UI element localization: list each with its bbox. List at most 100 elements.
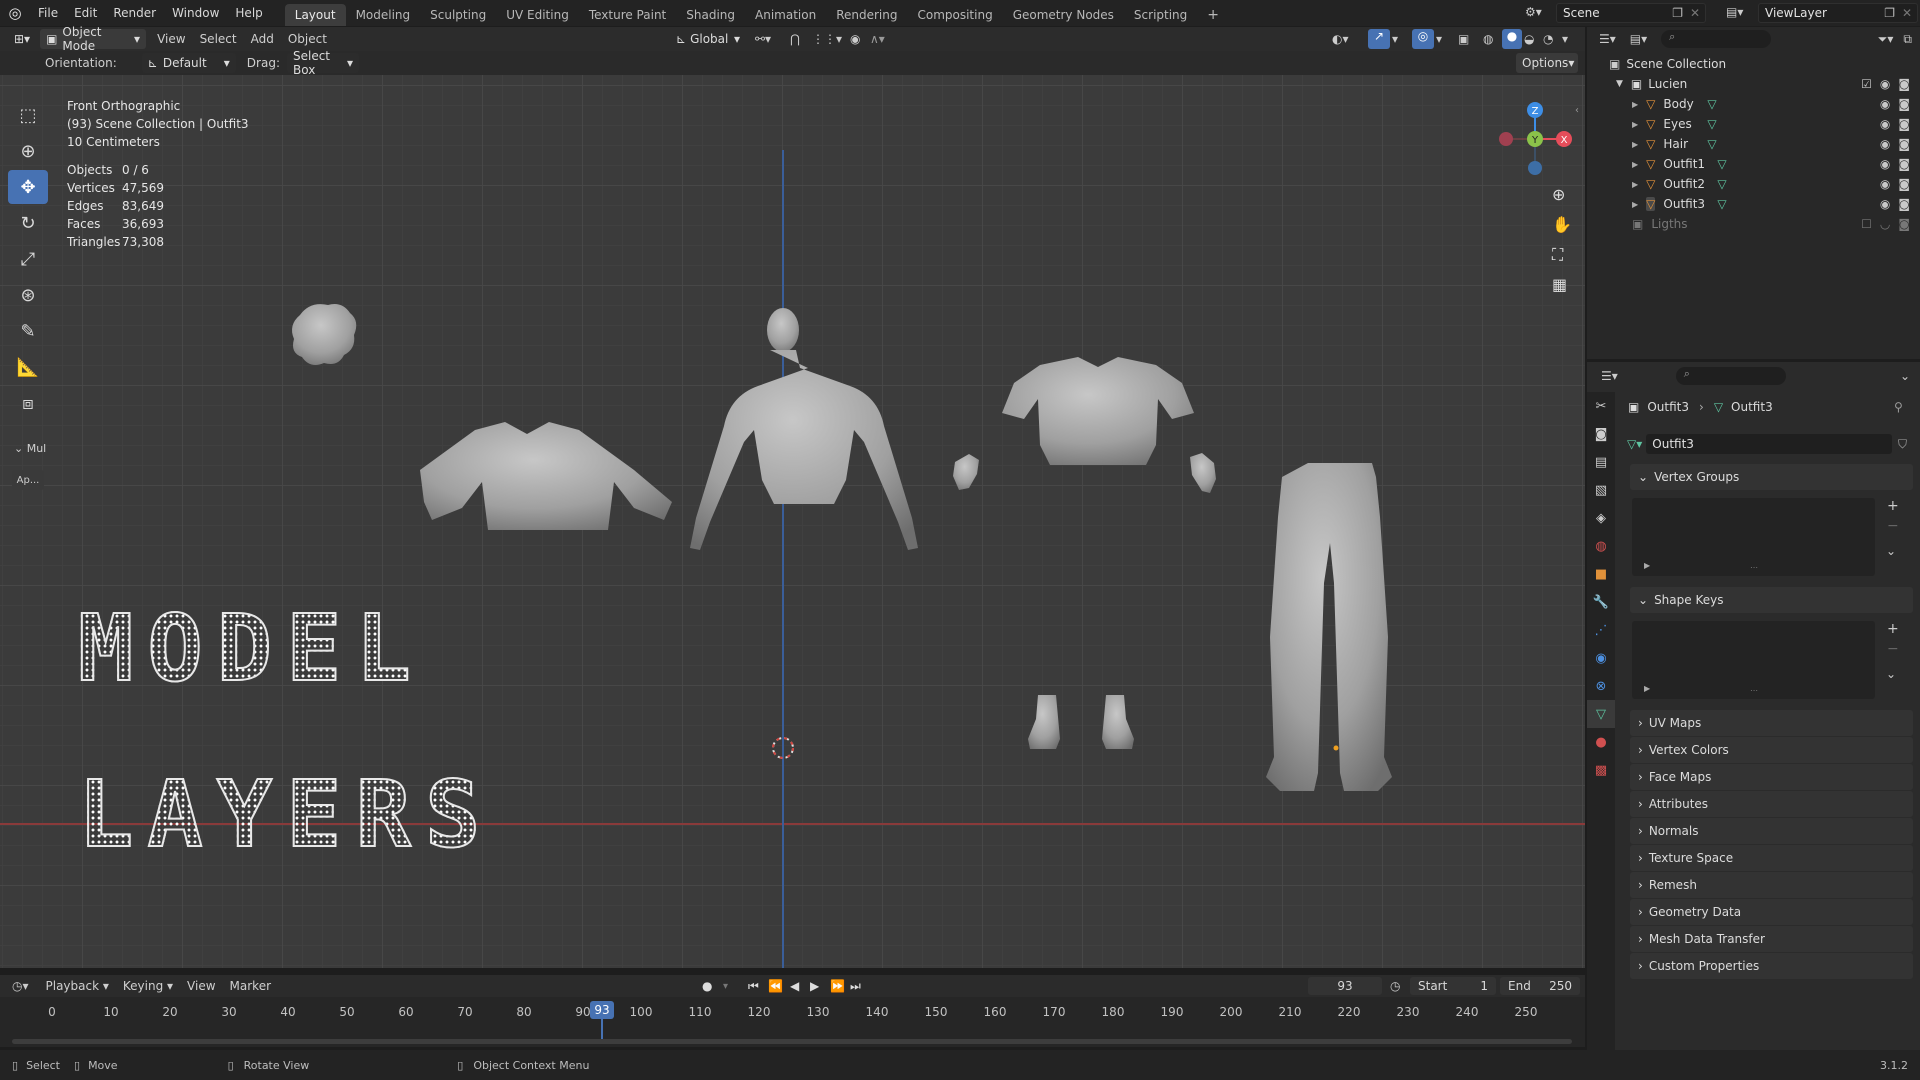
render-camera-icon[interactable]: ◙ [1898,137,1910,151]
render-camera-icon[interactable]: ◙ [1898,157,1910,171]
constraints-tab-icon[interactable]: ⊗ [1587,672,1615,700]
remove-vertex-group-icon[interactable]: − [1887,518,1899,534]
playback-menu[interactable]: Playback ▾ [39,979,116,993]
tab-rendering[interactable]: Rendering [826,4,907,26]
mesh-data-icon[interactable]: ▽ [1707,117,1716,131]
outliner-row-collection[interactable]: ▣ Ligths ☐ ◡ ◙ [1587,214,1920,234]
menu-window[interactable]: Window [164,0,227,26]
preview-range-icon[interactable]: ◷ [1390,979,1400,993]
drag-selector[interactable]: Select Box ▾ [286,49,359,77]
mesh-data-icon[interactable]: ▽ [1717,157,1726,171]
outliner-row-object[interactable]: ▶ ▽ Outfit3 ▽ ◉ ◙ [1587,194,1920,214]
editor-type-icon[interactable]: ◷▾ [12,979,29,993]
proportional-edit-icon[interactable]: ◉ [850,32,860,46]
panel-geometry-data[interactable]: › Geometry Data [1630,899,1913,925]
expand-icon[interactable]: ▼ [1616,79,1623,89]
panel-shape-keys[interactable]: ⌄ Shape Keys [1630,587,1913,613]
eye-icon[interactable]: ◉ [1880,157,1890,171]
outliner-row-object[interactable]: ▶ ▽ Body ▽ ◉ ◙ [1587,94,1920,114]
outliner-row-collection[interactable]: ▼ ▣ Lucien ☑ ◉ ◙ [1587,74,1920,94]
render-camera-icon[interactable]: ◙ [1898,197,1910,211]
3d-cursor[interactable] [772,737,794,759]
outfit3-mesh[interactable] [1266,463,1392,791]
modifier-tab-icon[interactable]: 🔧 [1587,588,1615,616]
new-scene-icon[interactable]: ❐ [1672,6,1683,20]
cursor-tool-icon[interactable]: ⊕ [8,134,48,168]
zoom-icon[interactable]: ⊕ [1552,185,1565,204]
render-camera-icon[interactable]: ◙ [1898,97,1910,111]
eye-icon[interactable]: ◉ [1880,77,1890,91]
view-layer-tab-icon[interactable]: ▧ [1587,476,1615,504]
view-menu[interactable]: View [150,32,192,46]
panel-mesh-data-transfer[interactable]: › Mesh Data Transfer [1630,926,1913,952]
tab-uv-editing[interactable]: UV Editing [496,4,579,26]
tab-texture-paint[interactable]: Texture Paint [579,4,676,26]
resize-handle-icon[interactable]: ⋯ [1750,563,1758,572]
panel-face-maps[interactable]: › Face Maps [1630,764,1913,790]
play-reverse-icon[interactable]: ◀ [790,979,799,993]
view-menu[interactable]: View [180,979,222,993]
apply-button[interactable]: Ap... [12,470,44,490]
outliner-row-object[interactable]: ▶ ▽ Eyes ▽ ◉ ◙ [1587,114,1920,134]
outfit2-mesh[interactable] [1002,357,1194,465]
select-menu[interactable]: Select [193,32,244,46]
texture-tab-icon[interactable]: ▩ [1587,756,1615,784]
last-operator-panel[interactable]: ⌄ Mul [14,442,46,455]
boots-mesh[interactable] [1028,695,1134,749]
ortho-toggle-icon[interactable]: ▦ [1552,275,1567,294]
tab-animation[interactable]: Animation [745,4,826,26]
add-shape-key-icon[interactable]: + [1887,621,1899,637]
jump-start-icon[interactable]: ⏮ [748,979,759,994]
transform-orientation-selector[interactable]: ⊾ Global ▾ [670,29,746,49]
menu-help[interactable]: Help [227,0,270,26]
navigation-gizmo[interactable]: Z X Y [1490,97,1580,187]
delete-scene-icon[interactable]: ✕ [1690,6,1700,20]
panel-remesh[interactable]: › Remesh [1630,872,1913,898]
pan-hand-icon[interactable]: ✋ [1552,215,1572,234]
add-menu[interactable]: Add [244,32,281,46]
render-camera-icon[interactable]: ◙ [1898,117,1910,131]
mesh-data-icon[interactable]: ▽ [1707,97,1716,111]
eye-icon[interactable]: ◉ [1880,177,1890,191]
mesh-data-selector[interactable]: ▽▾ Outfit3 ⛉ [1627,434,1907,454]
panel-texture-space[interactable]: › Texture Space [1630,845,1913,871]
mesh-data-icon[interactable]: ▽ [1717,177,1726,191]
menu-edit[interactable]: Edit [66,0,105,26]
shading-solid-icon[interactable]: ● [1502,29,1522,49]
panel-vertex-colors[interactable]: › Vertex Colors [1630,737,1913,763]
eye-icon[interactable]: ◉ [1880,117,1890,131]
expand-icon[interactable]: ▶ [1632,140,1638,149]
overlay-toggle-icon[interactable]: ◎ [1412,29,1434,49]
measure-tool-icon[interactable]: 📐 [8,350,48,384]
falloff-icon[interactable]: ∧▾ [870,32,885,46]
next-keyframe-icon[interactable]: ⏩ [830,979,845,993]
rotate-tool-icon[interactable]: ↻ [8,206,48,240]
render-camera-icon[interactable]: ◙ [1898,177,1910,191]
menu-render[interactable]: Render [105,0,164,26]
physics-tab-icon[interactable]: ◉ [1587,644,1615,672]
prev-keyframe-icon[interactable]: ⏪ [768,979,783,993]
panel-vertex-groups[interactable]: ⌄ Vertex Groups [1630,464,1913,490]
render-tab-icon[interactable]: ◙ [1587,420,1615,448]
overlay-options-icon[interactable]: ▾ [1436,32,1442,46]
exclude-checkbox-icon[interactable]: ☑ [1861,77,1872,91]
sidebar-toggle-icon[interactable]: ‹ [1575,105,1579,116]
particles-tab-icon[interactable]: ⋰ [1587,616,1615,644]
3d-viewport[interactable]: Front Orthographic (93) Scene Collection… [0,75,1585,968]
mesh-data-icon[interactable]: ▽▾ [1627,437,1642,451]
outliner-row-object[interactable]: ▶ ▽ Hair ▽ ◉ ◙ [1587,134,1920,154]
output-tab-icon[interactable]: ▤ [1587,448,1615,476]
expand-icon[interactable]: ▶ [1632,160,1638,169]
playhead[interactable]: 93 [590,1001,614,1019]
world-tab-icon[interactable]: ◍ [1587,532,1615,560]
blender-logo-icon[interactable]: ◎ [0,4,30,22]
options-button[interactable]: Options ▾ [1516,53,1578,73]
expand-icon[interactable]: ▶ [1644,561,1650,570]
transform-tool-icon[interactable]: ⊛ [8,278,48,312]
panel-custom-properties[interactable]: › Custom Properties [1630,953,1913,979]
panel-attributes[interactable]: › Attributes [1630,791,1913,817]
editor-type-icon[interactable]: ☰▾ [1601,369,1618,383]
pin-icon[interactable]: ⚲ [1894,400,1903,414]
mesh-data-icon[interactable]: ▽ [1717,197,1726,211]
xray-toggle-icon[interactable]: ▣ [1458,32,1469,46]
